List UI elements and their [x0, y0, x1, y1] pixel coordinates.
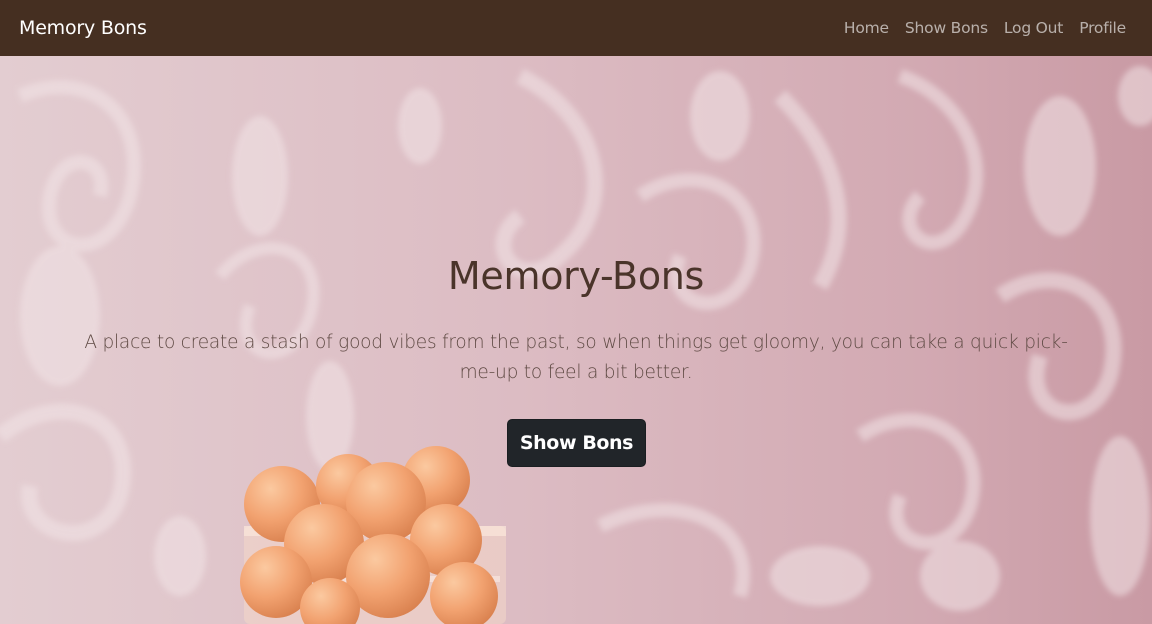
- show-bons-button[interactable]: Show Bons: [507, 419, 646, 467]
- nav-link-profile[interactable]: Profile: [1071, 19, 1134, 37]
- hero-title: Memory-Bons: [447, 254, 705, 298]
- hero-content: Memory-Bons A place to create a stash of…: [0, 56, 1152, 624]
- nav-link-show-bons[interactable]: Show Bons: [897, 19, 996, 37]
- nav-links: Home Show Bons Log Out Profile: [836, 19, 1134, 37]
- nav-link-home[interactable]: Home: [836, 19, 897, 37]
- hero-description: A place to create a stash of good vibes …: [84, 332, 1068, 383]
- nav-link-log-out[interactable]: Log Out: [996, 19, 1071, 37]
- navbar: Memory Bons Home Show Bons Log Out Profi…: [0, 0, 1152, 56]
- hero-section: Memory-Bons A place to create a stash of…: [0, 56, 1152, 624]
- brand-logo-link[interactable]: Memory Bons: [19, 17, 147, 39]
